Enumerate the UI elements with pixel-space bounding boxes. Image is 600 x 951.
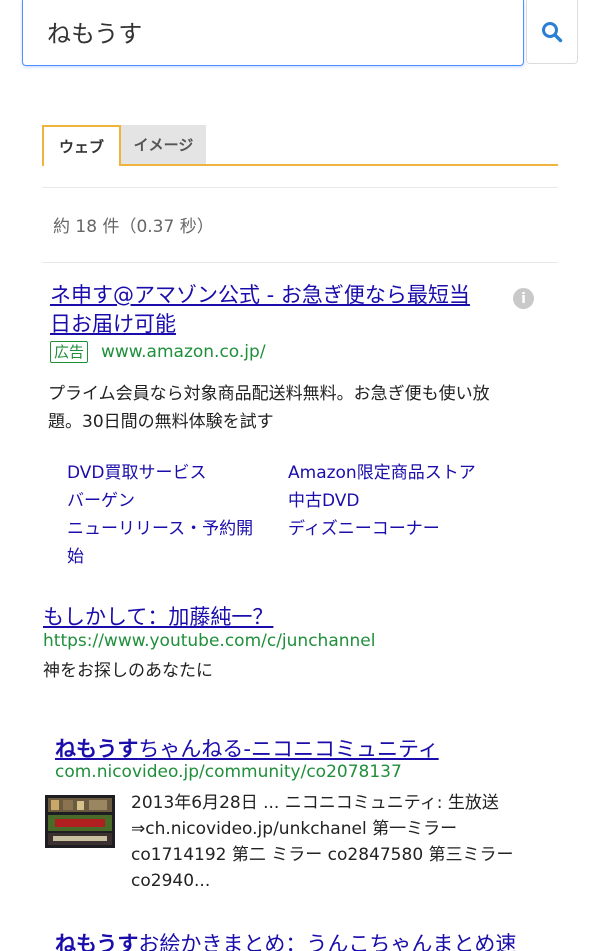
ad-url: www.amazon.co.jp/ bbox=[101, 342, 266, 362]
desc-line2: ⇒ch.nicovideo.jp/unkchanel 第一ミラー bbox=[131, 819, 458, 839]
ad-desc-line2: 題。30日間の無料体験を試す bbox=[48, 412, 274, 432]
title-text: お絵かきまとめ：うんこちゃんまとめ速 bbox=[138, 932, 517, 951]
result-thumbnail[interactable] bbox=[45, 795, 115, 848]
ad-badge: 広告 bbox=[50, 341, 89, 363]
ad-description: プライム会員なら対象商品配送料無料。お急ぎ便も使い放 題。30日間の無料体験を試… bbox=[48, 380, 538, 436]
sitelink-disney[interactable]: ディズニーコーナー bbox=[288, 515, 440, 543]
sitelink-new-release[interactable]: ニューリリース・予約開 bbox=[67, 515, 253, 543]
result-title-link[interactable]: ねもうすお絵かきまとめ：うんこちゃんまとめ速 bbox=[55, 930, 516, 951]
result-url: com.nicovideo.jp/community/co2078137 bbox=[55, 762, 402, 782]
search-icon bbox=[542, 21, 563, 42]
divider bbox=[42, 262, 558, 263]
divider bbox=[42, 187, 558, 188]
tab-web[interactable]: ウェブ bbox=[42, 125, 121, 166]
result-title-link[interactable]: もしかして：加藤純一？ bbox=[43, 603, 273, 631]
ad-title-link[interactable]: ネ申す@アマゾン公式 - お急ぎ便なら最短当 日お届け可能 bbox=[50, 281, 500, 339]
sitelink-dvd-buyback[interactable]: DVD買取サービス bbox=[67, 459, 207, 487]
search-button[interactable] bbox=[526, 0, 578, 64]
result-description: 神をお探しのあなたに bbox=[43, 661, 213, 681]
ad-title-line2: 日お届け可能 bbox=[50, 312, 176, 336]
ad-desc-line1: プライム会員なら対象商品配送料無料。お急ぎ便も使い放 bbox=[48, 384, 490, 404]
desc-line3: co1714192 第二 ミラー co2847580 第三ミラー bbox=[131, 845, 514, 865]
sitelink-new-release-cont[interactable]: 始 bbox=[67, 543, 84, 571]
result-description: 2013年6月28日 ... ニコニコミュニティ: 生放送 ⇒ch.nicovi… bbox=[131, 790, 551, 894]
desc-line4: co2940... bbox=[131, 871, 211, 891]
tab-images[interactable]: イメージ bbox=[121, 125, 206, 164]
sitelink-amazon-exclusive[interactable]: Amazon限定商品ストア bbox=[288, 459, 476, 487]
info-icon[interactable]: i bbox=[513, 288, 534, 309]
result-url: https://www.youtube.com/c/junchannel bbox=[43, 631, 376, 651]
result-title-link[interactable]: ねもうすちゃんねる-ニコニコミュニティ bbox=[55, 735, 439, 763]
title-text: ちゃんねる-ニコニコミュニティ bbox=[138, 737, 439, 761]
title-highlight: ねもうす bbox=[55, 932, 139, 951]
search-tabs: ウェブ イメージ bbox=[42, 125, 558, 166]
search-bar: ねもうす bbox=[22, 0, 578, 66]
title-highlight: ねもうす bbox=[55, 737, 139, 761]
desc-line1: 2013年6月28日 ... ニコニコミュニティ: 生放送 bbox=[131, 793, 499, 813]
ad-title-line1: ネ申す@アマゾン公式 - お急ぎ便なら最短当 bbox=[50, 283, 470, 307]
search-input[interactable]: ねもうす bbox=[22, 0, 524, 66]
sitelink-used-dvd[interactable]: 中古DVD bbox=[288, 487, 360, 515]
result-count: 約 18 件（0.37 秒） bbox=[53, 217, 214, 237]
sitelink-bargain[interactable]: バーゲン bbox=[67, 487, 135, 515]
